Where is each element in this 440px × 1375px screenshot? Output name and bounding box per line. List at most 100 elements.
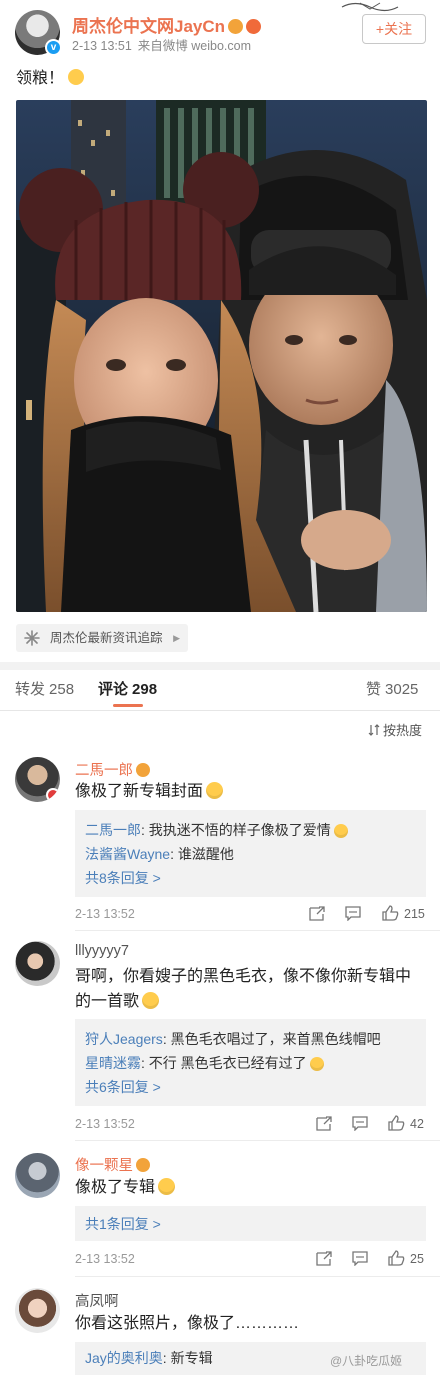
cat-emoji-icon: [158, 1178, 176, 1195]
comment-author-name[interactable]: 像一颗星: [75, 1158, 133, 1174]
comment-text: 你看这张照片，像极了…………: [75, 1311, 425, 1336]
reply-separator: :: [141, 1055, 149, 1071]
reply-author[interactable]: 法酱酱Wayne: [85, 846, 170, 862]
like-icon[interactable]: [388, 1115, 405, 1131]
reply-separator: :: [162, 1350, 171, 1366]
comment-avatar[interactable]: [15, 757, 60, 802]
cat-emoji-icon: [309, 1057, 324, 1071]
comment-divider: [75, 930, 440, 931]
comment-avatar[interactable]: [15, 941, 60, 986]
more-replies-link[interactable]: 共1条回复 >: [85, 1212, 416, 1236]
reply-author[interactable]: 二馬一郎: [85, 822, 141, 838]
comment-time: 2-13 13:52: [75, 907, 135, 921]
author-avatar[interactable]: v: [15, 10, 62, 56]
post-photo[interactable]: [16, 100, 427, 612]
comment-author-name[interactable]: lllyyyyy7: [75, 943, 129, 959]
active-tab-indicator: [113, 704, 143, 707]
watermark: @八卦吃瓜姬: [330, 1354, 403, 1368]
comment-avatar[interactable]: [15, 1153, 60, 1198]
more-replies-link[interactable]: 共8条回复 >: [85, 866, 416, 890]
share-icon[interactable]: [316, 1251, 332, 1266]
reply-separator: :: [170, 846, 178, 862]
snowflake-icon: [24, 630, 40, 646]
tab-repost-label: 转发: [15, 681, 46, 698]
tab-likes[interactable]: 赞 3025: [366, 678, 418, 699]
comment-text: 哥啊，你看嫂子的黑色毛衣，像不像你新专辑中的一首歌: [75, 964, 425, 1014]
tabs-divider: [0, 710, 440, 711]
reply-author[interactable]: Jay的奥利奥: [85, 1350, 163, 1366]
crown-icon: [136, 1158, 150, 1172]
comment-icon[interactable]: [352, 1251, 368, 1266]
post-author[interactable]: 周杰伦中文网JayCn: [72, 12, 262, 37]
tab-likes-label: 赞: [366, 681, 382, 698]
section-divider: [0, 662, 440, 670]
comment-time: 2-13 13:52: [75, 1117, 135, 1131]
comment-author-name[interactable]: 高凤啊: [75, 1294, 119, 1310]
reply-box[interactable]: 二馬一郎: 我执迷不悟的样子像极了爱情 法酱酱Wayne: 谁滋醒他 共8条回复…: [75, 810, 426, 897]
reply-item[interactable]: 法酱酱Wayne: 谁滋醒他: [85, 842, 416, 866]
comment-author[interactable]: 高凤啊: [75, 1290, 119, 1311]
tab-comments[interactable]: 评论 298: [98, 678, 157, 699]
tab-repost-count: 258: [49, 681, 75, 698]
like-icon[interactable]: [382, 905, 399, 921]
post-text: 领粮！: [16, 64, 85, 88]
reply-item[interactable]: 二馬一郎: 我执迷不悟的样子像极了爱情: [85, 818, 416, 842]
tab-repost[interactable]: 转发 258: [15, 678, 74, 699]
share-icon[interactable]: [309, 906, 325, 921]
smile-emoji-icon: [206, 782, 224, 799]
post-text-content: 领粮！: [16, 70, 65, 87]
more-replies-link[interactable]: 共6条回复 >: [85, 1075, 416, 1099]
reply-item[interactable]: 星晴迷霧: 不行 黑色毛衣已经有过了: [85, 1051, 416, 1075]
flame-icon: [246, 19, 262, 34]
sort-label: 按热度: [383, 723, 423, 738]
comment-divider: [75, 1276, 440, 1277]
reply-author[interactable]: 狩人Jeagers: [85, 1031, 163, 1047]
reply-text: 新专辑: [170, 1350, 213, 1366]
tab-comments-label: 评论: [98, 681, 129, 698]
smile-emoji-icon: [142, 992, 160, 1009]
reply-text: 不行 黑色毛衣已经有过了: [148, 1055, 307, 1071]
reply-text: 黑色毛衣唱过了，来首黑色线帽吧: [170, 1031, 381, 1047]
sort-by-hot-button[interactable]: 按热度: [368, 720, 422, 739]
comment-author-name[interactable]: 二馬一郎: [75, 763, 133, 779]
smile-emoji-icon: [333, 824, 348, 838]
comment-text-content: 你看这张照片，像极了…………: [75, 1315, 300, 1332]
tab-comments-count: 298: [132, 681, 158, 698]
post-source: 来自微博 weibo.com: [137, 39, 252, 53]
comment-text: 像极了新专辑封面: [75, 779, 425, 804]
comment-text-content: 像极了专辑: [75, 1179, 156, 1196]
source-tag[interactable]: 周杰伦最新资讯追踪 ▶: [16, 624, 188, 652]
comment-divider: [75, 1140, 440, 1141]
reply-box[interactable]: 狩人Jeagers: 黑色毛衣唱过了，来首黑色线帽吧 星晴迷霧: 不行 黑色毛衣…: [75, 1019, 426, 1106]
post-time: 2-13 13:51: [72, 39, 132, 53]
verified-badge-icon: v: [45, 39, 62, 56]
comment-time: 2-13 13:52: [75, 1252, 135, 1266]
decoration-icon: [341, 2, 399, 12]
like-count: 215: [404, 907, 425, 921]
post-meta: 2-13 13:51 来自微博 weibo.com: [72, 35, 251, 54]
like-count: 42: [410, 1117, 424, 1131]
reply-item[interactable]: 狩人Jeagers: 黑色毛衣唱过了，来首黑色线帽吧: [85, 1027, 416, 1051]
follow-button[interactable]: +关注: [362, 14, 426, 44]
like-count: 25: [410, 1252, 424, 1266]
emoji-icon: [68, 69, 85, 85]
comment-icon[interactable]: [352, 1116, 368, 1131]
comment-author[interactable]: 二馬一郎: [75, 759, 150, 780]
crown-icon: [228, 19, 244, 34]
comment-text: 像极了专辑: [75, 1175, 425, 1200]
comment-author[interactable]: lllyyyyy7: [75, 943, 129, 959]
reply-author[interactable]: 星晴迷霧: [85, 1055, 141, 1071]
share-icon[interactable]: [316, 1116, 332, 1131]
comment-avatar[interactable]: [15, 1288, 60, 1333]
reply-separator: :: [141, 822, 149, 838]
post-author-name[interactable]: 周杰伦中文网JayCn: [72, 17, 225, 36]
reply-box[interactable]: 共1条回复 >: [75, 1206, 426, 1241]
comment-icon[interactable]: [345, 906, 361, 921]
comment-author[interactable]: 像一颗星: [75, 1154, 150, 1175]
badge-icon: [46, 788, 60, 802]
source-tag-arrow: ▶: [173, 633, 180, 643]
reply-text: 谁滋醒他: [177, 846, 234, 862]
comment-text-content: 像极了新专辑封面: [75, 783, 204, 800]
tab-likes-count: 3025: [385, 681, 419, 698]
like-icon[interactable]: [388, 1250, 405, 1266]
